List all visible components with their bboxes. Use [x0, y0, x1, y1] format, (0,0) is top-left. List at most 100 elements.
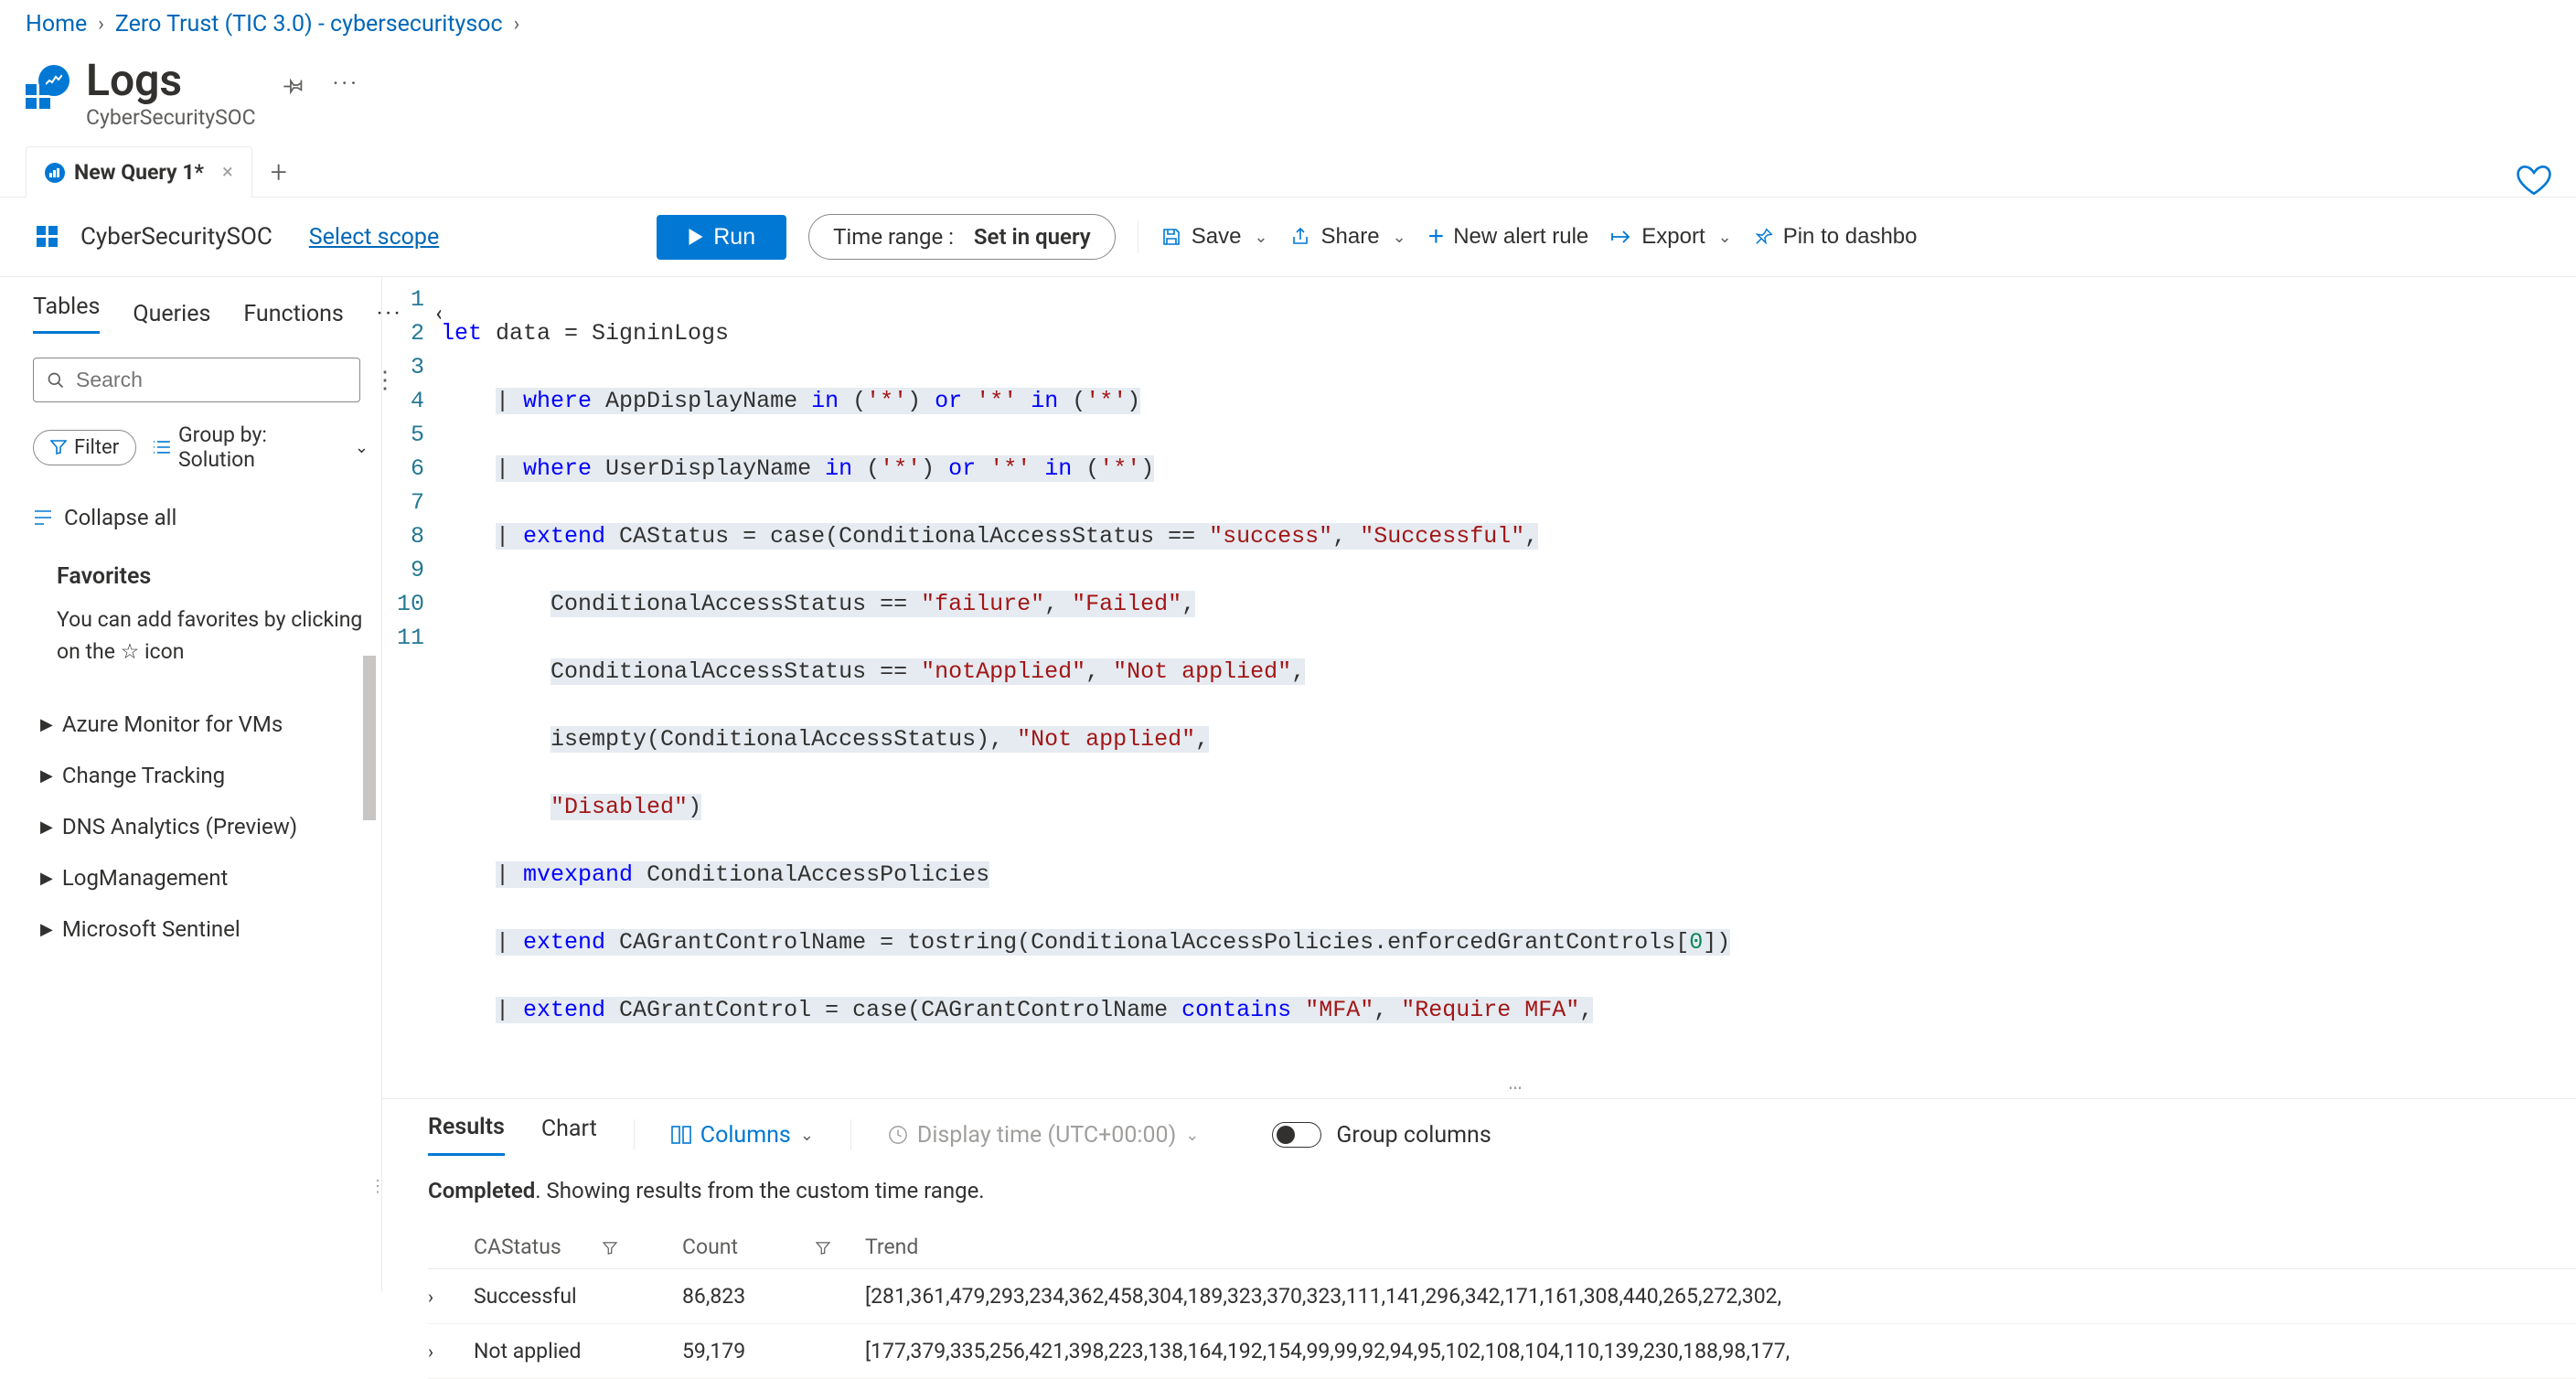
display-time-button[interactable]: Display time (UTC+00:00) ⌄ — [888, 1122, 1199, 1149]
table-row[interactable]: › Not applied 59,179 [177,379,335,256,42… — [428, 1324, 2576, 1379]
save-button[interactable]: Save⌄ — [1160, 224, 1268, 250]
collapse-icon — [33, 509, 53, 526]
col-header-count[interactable]: Count — [682, 1235, 865, 1259]
cell-trend: [177,379,335,256,421,398,223,138,164,192… — [865, 1339, 2576, 1363]
page-subtitle: CyberSecuritySOC — [86, 105, 256, 130]
results-status: Completed. Showing results from the cust… — [382, 1156, 2576, 1225]
chevron-right-icon[interactable]: › — [428, 1286, 433, 1308]
sidebar-tabs: Tables Queries Functions ··· « — [33, 294, 369, 334]
caret-right-icon: ▶ — [40, 869, 53, 888]
chevron-down-icon: ⌄ — [1393, 228, 1406, 247]
pin-to-dashboard-button[interactable]: Pin to dashbo — [1754, 224, 1918, 250]
search-input-field[interactable] — [76, 368, 347, 392]
pin-icon[interactable] — [282, 70, 305, 98]
columns-icon — [671, 1126, 691, 1144]
tree-item[interactable]: ▶Azure Monitor for VMs — [33, 699, 369, 750]
query-tabstrip: New Query 1* × + — [0, 146, 2576, 198]
results-tab-chart[interactable]: Chart — [541, 1116, 597, 1155]
table-row[interactable]: › Successful 86,823 [281,361,479,293,234… — [428, 1269, 2576, 1324]
columns-button[interactable]: Columns ⌄ — [671, 1122, 814, 1149]
tree-item[interactable]: ▶DNS Analytics (Preview) — [33, 801, 369, 852]
query-editor[interactable]: 1234567891011 let data = SigninLogs | wh… — [382, 277, 2576, 1095]
chevron-right-icon: › — [514, 13, 520, 36]
tree-item[interactable]: ▶Change Tracking — [33, 750, 369, 801]
tab-new-query-1[interactable]: New Query 1* × — [26, 146, 252, 198]
chevron-right-icon[interactable]: › — [428, 1341, 433, 1363]
select-scope-link[interactable]: Select scope — [309, 224, 439, 251]
logs-logo-icon — [26, 65, 69, 109]
breadcrumb-resource[interactable]: Zero Trust (TIC 3.0) - cybersecuritysoc — [115, 11, 503, 37]
list-icon — [153, 440, 171, 454]
divider — [634, 1119, 635, 1150]
favorites-heading: Favorites — [33, 563, 369, 590]
chart-icon — [45, 163, 65, 183]
workspace-icon — [37, 226, 59, 248]
chevron-right-icon: › — [98, 13, 104, 36]
workspace-name: CyberSecuritySOC — [80, 223, 273, 251]
clock-icon — [888, 1125, 908, 1145]
sidebar-tab-tables[interactable]: Tables — [33, 294, 100, 334]
page-title: Logs — [86, 58, 256, 103]
pin-icon — [1754, 227, 1774, 247]
chevron-down-icon: ⌄ — [1254, 228, 1267, 247]
save-icon — [1160, 226, 1182, 248]
tree-item[interactable]: ▶Microsoft Sentinel — [33, 903, 369, 955]
page-header: Logs CyberSecuritySOC ··· — [0, 58, 2576, 146]
search-icon — [47, 371, 65, 390]
sidebar-tab-functions[interactable]: Functions — [243, 301, 343, 327]
filter-icon[interactable] — [816, 1235, 830, 1259]
col-header-trend[interactable]: Trend — [865, 1235, 2576, 1259]
drag-handle-icon[interactable]: ⋮ — [369, 1177, 386, 1196]
results-tab-results[interactable]: Results — [428, 1114, 505, 1156]
cell-trend: [281,361,479,293,234,362,458,304,189,323… — [865, 1284, 2576, 1309]
scrollbar-thumb[interactable] — [363, 656, 376, 820]
cell-count: 59,179 — [682, 1339, 865, 1363]
collapse-all-button[interactable]: Collapse all — [33, 505, 369, 530]
more-vertical-icon[interactable]: ⋮ — [373, 367, 397, 394]
breadcrumb: Home › Zero Trust (TIC 3.0) - cybersecur… — [0, 0, 2576, 58]
col-header-castatus[interactable]: CAStatus — [474, 1235, 682, 1259]
cell-count: 86,823 — [682, 1284, 865, 1309]
heart-icon[interactable] — [2516, 155, 2552, 198]
search-input[interactable] — [33, 358, 360, 402]
plus-icon: + — [1428, 221, 1445, 252]
code-area[interactable]: let data = SigninLogs | where AppDisplay… — [441, 283, 2576, 1095]
caret-right-icon: ▶ — [40, 920, 53, 939]
group-by-dropdown[interactable]: Group by: Solution ⌄ — [153, 422, 369, 472]
caret-right-icon: ▶ — [40, 766, 53, 786]
divider — [850, 1119, 851, 1150]
breadcrumb-home[interactable]: Home — [26, 11, 87, 37]
results-table: CAStatus Count Trend › Successful — [382, 1225, 2576, 1379]
tree-item[interactable]: ▶LogManagement — [33, 852, 369, 903]
chevron-down-icon: ⌄ — [800, 1126, 814, 1145]
caret-right-icon: ▶ — [40, 818, 53, 837]
caret-right-icon: ▶ — [40, 715, 53, 734]
export-button[interactable]: Export⌄ — [1610, 224, 1731, 250]
add-tab-button[interactable]: + — [252, 155, 305, 189]
new-alert-rule-button[interactable]: + New alert rule — [1428, 221, 1589, 252]
share-button[interactable]: Share⌄ — [1290, 224, 1406, 250]
main-split: Tables Queries Functions ··· « ⋮ Filter … — [0, 277, 2576, 1292]
run-button[interactable]: Run — [657, 215, 786, 260]
chevron-down-icon: ⌄ — [1718, 228, 1732, 247]
tables-tree: ▶Azure Monitor for VMs ▶Change Tracking … — [33, 699, 369, 955]
cell-castatus: Successful — [474, 1284, 682, 1309]
filter-icon — [50, 440, 67, 454]
results-header-row: CAStatus Count Trend — [428, 1225, 2576, 1269]
filter-button[interactable]: Filter — [33, 430, 136, 465]
filter-icon[interactable] — [603, 1235, 617, 1259]
sidebar: Tables Queries Functions ··· « ⋮ Filter … — [0, 277, 382, 1292]
line-gutter: 1234567891011 — [382, 283, 441, 1095]
sidebar-tab-queries[interactable]: Queries — [133, 301, 210, 327]
toolbar: CyberSecuritySOC Select scope Run Time r… — [0, 198, 2576, 277]
more-icon[interactable]: ··· — [333, 70, 359, 98]
chevron-down-icon: ⌄ — [1185, 1126, 1199, 1145]
close-icon[interactable]: × — [222, 161, 233, 184]
group-columns-toggle[interactable]: Group columns — [1272, 1122, 1491, 1149]
more-icon[interactable]: ··· — [377, 301, 403, 327]
chevron-down-icon: ⌄ — [355, 438, 369, 457]
share-icon — [1290, 226, 1312, 248]
time-range-picker[interactable]: Time range : Set in query — [808, 214, 1116, 260]
toggle-off-icon[interactable] — [1272, 1122, 1321, 1148]
play-icon — [688, 229, 704, 245]
